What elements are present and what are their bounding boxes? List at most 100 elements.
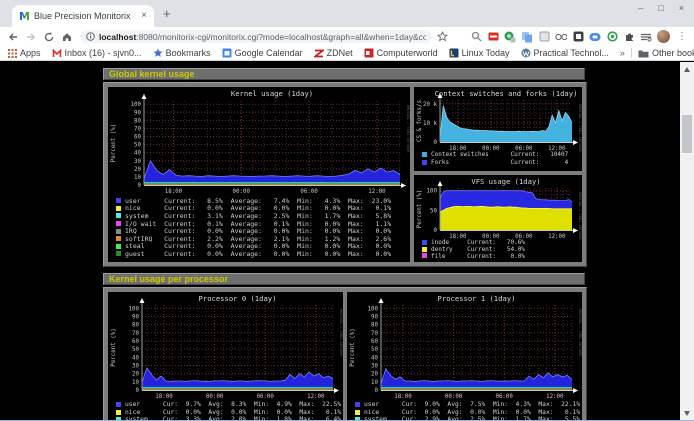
svg-text:Context switches and forks (1: Context switches and forks (1day) [435,89,578,98]
svg-text:50: 50 [430,208,437,214]
window-maximize-button[interactable]: □ [658,3,663,13]
profile-avatar[interactable] [657,30,670,43]
svg-text:10 k: 10 k [423,121,437,127]
svg-text:50: 50 [132,347,139,353]
window-minimize-button[interactable]: – [638,3,643,13]
svg-text:70: 70 [371,331,378,337]
legend-text: nice Cur: 0.0% Avg: 0.0% Min: 0.0% Max: … [364,409,580,416]
legend-text: user Cur: 9.7% Avg: 8.3% Min: 4.9% Max: … [125,401,341,408]
back-icon[interactable] [5,29,20,44]
scrollbar-down-arrow[interactable] [684,411,690,416]
search-extension-icon[interactable] [470,31,482,43]
url-bar[interactable]: localhost:8080/monitorix-cgi/monitorix.c… [80,30,432,43]
extensions-puzzle-icon[interactable] [623,31,635,43]
copy-pages-icon[interactable] [521,31,533,43]
other-bookmarks[interactable]: Other bookmarks [638,48,694,58]
chrome-menu-icon[interactable]: ⋮ [675,31,689,42]
apps-shortcut[interactable]: Apps [8,48,41,58]
processor-0-graph[interactable]: 18:0000:0006:0012:0001020304050607080901… [108,292,343,421]
legend-row: nice Cur: 0.0% Avg: 0.0% Min: 0.0% Max: … [355,409,580,417]
bookmark-google-calendar[interactable]: Google Calendar [222,48,303,58]
svg-text:0: 0 [138,183,142,189]
legend-color-swatch [116,402,121,407]
svg-text:90: 90 [132,314,139,320]
legend-color-swatch [116,198,121,203]
svg-text:70: 70 [134,126,141,132]
reload-icon[interactable] [41,29,56,44]
folder-icon [638,49,649,58]
svg-text:100: 100 [129,306,140,312]
svg-text:80: 80 [132,323,139,329]
scrollbar-thumb[interactable] [682,115,692,153]
glasses-icon[interactable] [555,31,567,43]
svg-text:30: 30 [132,363,139,369]
legend-color-swatch [116,251,121,256]
tune-list-icon[interactable] [640,31,652,43]
new-tab-button[interactable]: + [163,6,171,21]
svg-text:18:00: 18:00 [155,394,173,400]
legend-color-swatch [116,221,121,226]
kernel-usage-graph[interactable]: 18:0000:0006:0012:0001020304050607080901… [108,87,410,262]
svg-text:18:00: 18:00 [165,189,183,195]
bookmark-zdnet[interactable]: ZDNet [314,48,353,58]
monitorix-page: Global kernel usage 18:0000:0006:0012:00… [0,62,694,421]
svg-text:60: 60 [371,339,378,345]
gray-box-icon[interactable] [538,31,550,43]
svg-text:VFS usage (1day): VFS usage (1day) [471,177,540,186]
home-icon[interactable] [59,29,74,44]
svg-text:40: 40 [371,355,378,361]
browser-tab[interactable]: M Blue Precision Monitorix × [12,5,154,27]
bookmarks-overflow-chevron[interactable]: » [620,48,625,58]
svg-text:20: 20 [371,372,378,378]
context-switches-graph[interactable]: 18:0000:0006:0012:00010 k20 kContext swi… [414,87,582,171]
processor-1-legend: user Cur: 9.0% Avg: 7.5% Min: 4.3% Max: … [355,401,580,421]
vertical-scrollbar[interactable] [680,62,694,421]
svg-text:60: 60 [132,339,139,345]
svg-text:10: 10 [134,175,141,181]
legend-color-swatch [422,253,427,258]
green-ring-icon[interactable] [606,31,618,43]
svg-text:20: 20 [134,167,141,173]
legend-text: Context switches Current: 10407 [431,151,568,158]
bookmark-inbox[interactable]: Inbox (16) - sjvn0... [52,48,142,58]
bookmark-bookmarks[interactable]: Bookmarks [153,48,211,58]
svg-text:10: 10 [132,380,139,386]
forward-icon[interactable] [23,29,38,44]
svg-text:0: 0 [434,140,438,146]
svg-text:06:00: 06:00 [495,394,513,400]
bookmark-linux-today[interactable]: Linux Today [449,48,510,58]
legend-color-swatch [116,206,121,211]
svg-text:RRDTOOL / TOBI OETIKER: RRDTOOL / TOBI OETIKER [406,105,410,153]
bookmark-star-icon[interactable] [435,29,450,44]
processor-1-graph[interactable]: 18:0000:0006:0012:0001020304050607080901… [347,292,582,421]
context-switches-forks-legend: Context switches Current: 10407Forks Cur… [422,151,580,166]
svg-text:20 k: 20 k [423,102,437,108]
zdnet-icon [314,49,324,58]
privacy-globe-icon[interactable] [504,31,516,43]
window-close-button[interactable]: × [679,3,684,13]
svg-text:50: 50 [371,347,378,353]
legend-row: Forks Current: 4 [422,159,580,167]
legend-text: Forks Current: 4 [431,159,568,166]
svg-text:RRDTOOL / TOBI OETIKER: RRDTOOL / TOBI OETIKER [578,192,582,240]
bookmark-computerworld[interactable]: Computerworld [364,48,438,58]
bookmarks-separator [631,48,632,58]
tab-close-icon[interactable]: × [141,11,147,21]
legend-row: user Cur: 9.0% Avg: 7.5% Min: 4.3% Max: … [355,401,580,409]
svg-text:18:00: 18:00 [394,394,412,400]
legend-row: user Cur: 9.7% Avg: 8.3% Min: 4.9% Max: … [116,401,341,409]
scrollbar-up-arrow[interactable] [684,67,690,72]
svg-text:50: 50 [134,143,141,149]
mail-checker-icon[interactable] [487,31,499,43]
svg-text:RRDTOOL / TOBI OETIKER: RRDTOOL / TOBI OETIKER [578,309,582,357]
site-info-icon[interactable] [86,32,95,41]
svg-text:06:00: 06:00 [300,189,318,195]
vfs-usage-legend: inode Current: 70.6%dentry Current: 54.0… [422,239,580,259]
dark-square-icon[interactable] [572,31,584,43]
processor-0-legend: user Cur: 9.7% Avg: 8.3% Min: 4.9% Max: … [116,401,341,421]
legend-color-swatch [116,244,121,249]
blue-oval-icon[interactable] [589,31,601,43]
vfs-usage-graph[interactable]: 18:0000:0006:0012:00050100VFS usage (1da… [414,175,582,262]
bookmark-practical-tech[interactable]: Practical Technol... [521,48,609,58]
tab-strip: M Blue Precision Monitorix × + – □ × [0,0,694,27]
